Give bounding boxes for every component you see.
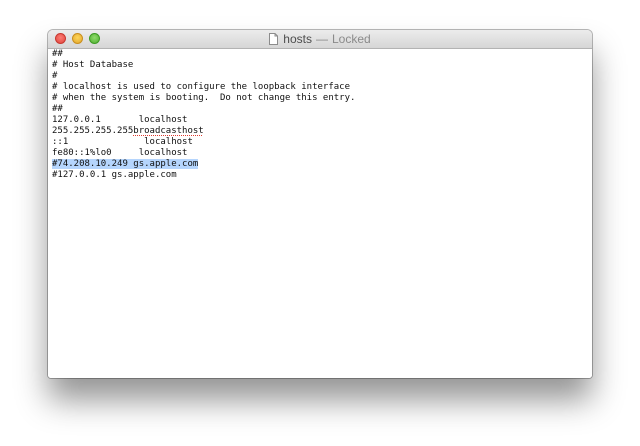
selected-line: #74.208.10.249 gs.apple.com	[52, 159, 592, 170]
text-selection[interactable]: #74.208.10.249 gs.apple.com	[52, 159, 199, 169]
text-line: # Host Database	[52, 60, 134, 70]
text-line: fe80::1%lo0 localhost	[52, 148, 188, 158]
text-line: ##	[52, 49, 63, 59]
text-line: #127.0.0.1 gs.apple.com	[52, 170, 177, 180]
misspelled-word[interactable]: broadcasthost	[133, 126, 203, 136]
desktop-background: hosts — Locked ## # Host Database # # loca…	[0, 0, 640, 446]
window-title: hosts — Locked	[48, 31, 592, 47]
title-bar[interactable]: hosts — Locked	[48, 30, 592, 49]
text-line: ##	[52, 104, 63, 114]
textedit-window[interactable]: hosts — Locked ## # Host Database # # loca…	[48, 30, 592, 378]
document-icon[interactable]	[269, 33, 279, 45]
text-line: ::1 localhost	[52, 137, 193, 147]
window-filename: hosts	[283, 32, 312, 46]
text-line: # when the system is booting. Do not cha…	[52, 93, 356, 103]
text-line: 127.0.0.1 localhost	[52, 115, 188, 125]
broadcast-ip: 255.255.255.255	[52, 126, 134, 136]
text-line: # localhost is used to configure the loo…	[52, 82, 351, 92]
text-editor[interactable]: ## # Host Database # # localhost is used…	[48, 49, 592, 378]
text-line: #	[52, 71, 58, 81]
text-line: 255.255.255.255broadcasthost	[52, 126, 592, 137]
locked-status: Locked	[331, 32, 371, 46]
title-separator: —	[315, 32, 328, 46]
